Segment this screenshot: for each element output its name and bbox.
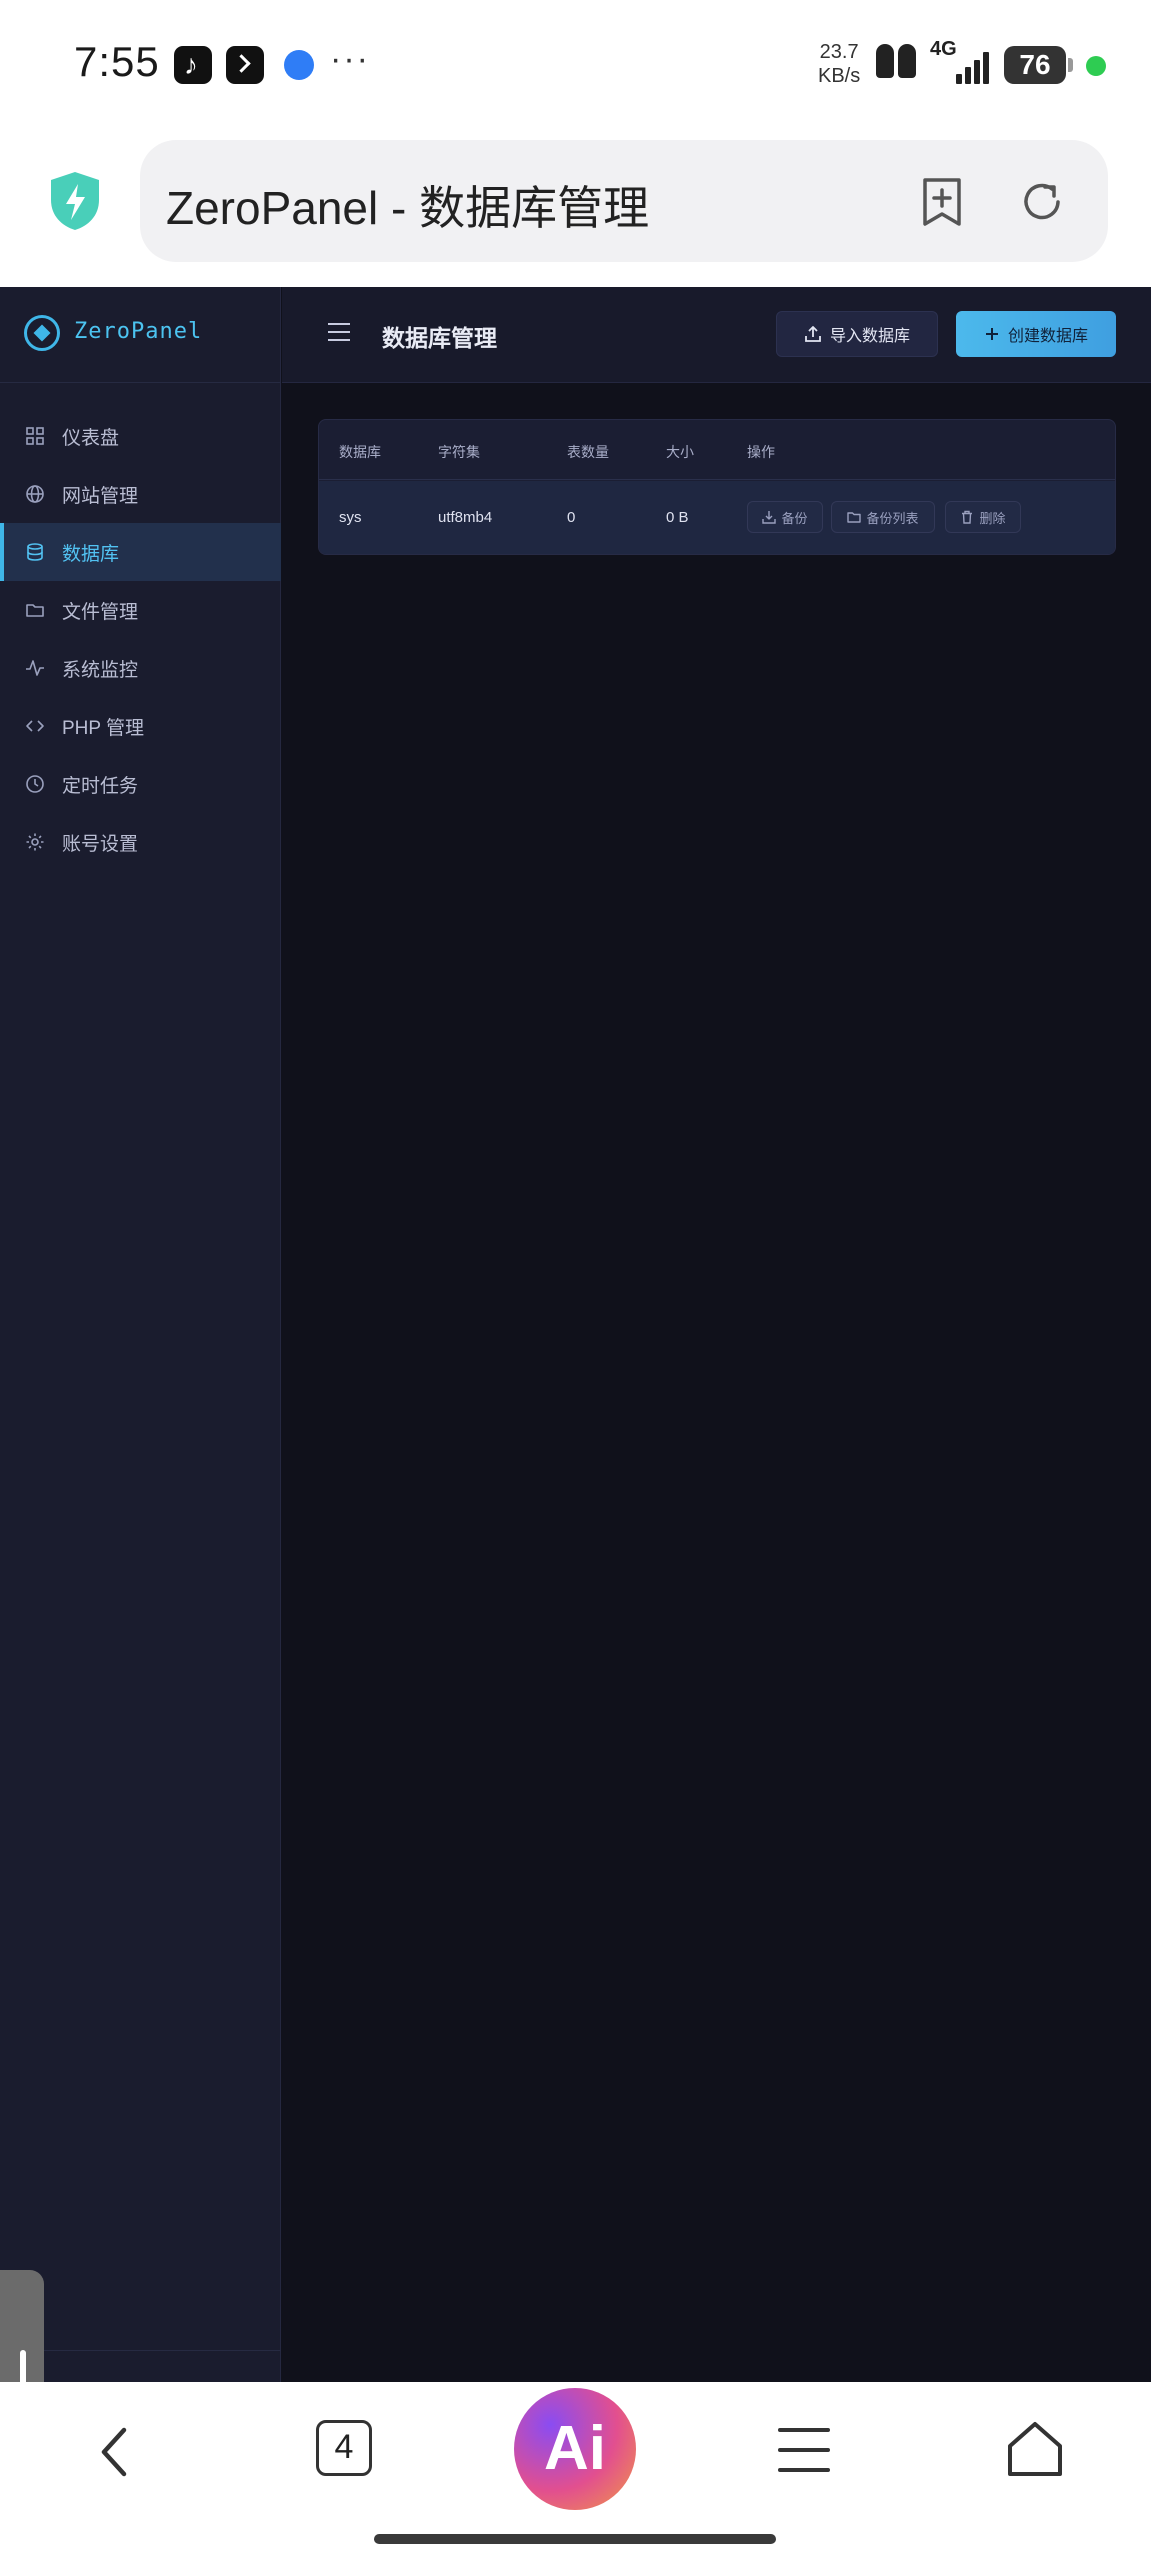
upload-icon <box>804 325 822 343</box>
create-database-button[interactable]: 创建数据库 <box>956 311 1116 357</box>
folder-icon <box>847 512 862 523</box>
more-notifications-icon: ··· <box>330 40 370 78</box>
address-bar[interactable]: ZeroPanel - 数据库管理 <box>140 140 1108 262</box>
brand[interactable]: ZeroPanel <box>0 287 281 383</box>
sidebar-item-label: 文件管理 <box>62 601 139 623</box>
sidebar-nav: 仪表盘 网站管理 数据库 文件管理 系统监控 PHP 管理 定时任务 账号设置 <box>0 407 281 871</box>
column-header-actions: 操作 <box>747 444 775 460</box>
zeropanel-app: ZeroPanel 仪表盘 网站管理 数据库 文件管理 系统监控 PHP 管理 … <box>0 287 1151 2382</box>
backup-button[interactable]: 备份 <box>747 501 823 533</box>
cellular-signal-icon: 4G <box>930 38 996 84</box>
trash-icon <box>962 510 973 524</box>
network-speed: 23.7 KB/s <box>818 40 860 88</box>
sidebar-item-label: PHP 管理 <box>62 717 145 739</box>
column-header-size: 大小 <box>666 444 694 460</box>
sidebar-item-label: 仪表盘 <box>62 427 120 449</box>
sidebar-item-php[interactable]: PHP 管理 <box>0 697 281 755</box>
sidebar-item-label: 数据库 <box>62 543 120 565</box>
sidebar-item-websites[interactable]: 网站管理 <box>0 465 281 523</box>
delete-button[interactable]: 删除 <box>945 501 1021 533</box>
home-icon[interactable] <box>1004 2418 1066 2480</box>
network-speed-value: 23.7 <box>819 41 859 63</box>
sidebar-item-label: 网站管理 <box>62 485 139 507</box>
brand-name: ZeroPanel <box>74 319 203 344</box>
cell-size: 0 B <box>666 509 689 526</box>
battery-icon: 76 <box>1004 46 1073 84</box>
topbar: 数据库管理 导入数据库 创建数据库 <box>282 287 1151 383</box>
gear-icon <box>24 831 46 853</box>
privacy-indicator-dot <box>1086 56 1106 76</box>
back-arrow-icon[interactable] <box>92 2422 136 2482</box>
sidebar-item-label: 系统监控 <box>62 659 139 681</box>
cell-charset: utf8mb4 <box>438 509 493 526</box>
database-icon <box>24 541 46 563</box>
terminal-app-icon <box>226 46 264 84</box>
browser-bottom-nav: 4 Ai <box>0 2382 1151 2560</box>
tabs-button[interactable]: 4 <box>316 2420 372 2476</box>
sidebar-item-monitor[interactable]: 系统监控 <box>0 639 281 697</box>
download-icon <box>762 511 777 524</box>
clock-icon <box>24 773 46 795</box>
column-header-database: 数据库 <box>339 444 381 460</box>
sidebar-item-dashboard[interactable]: 仪表盘 <box>0 407 281 465</box>
import-database-button[interactable]: 导入数据库 <box>776 311 938 357</box>
code-icon <box>24 715 46 737</box>
ai-assistant-button[interactable]: Ai <box>514 2388 636 2510</box>
delete-label: 删除 <box>979 510 1006 526</box>
browser-app-icon <box>280 46 318 84</box>
shield-icon[interactable] <box>48 170 102 232</box>
import-database-label: 导入数据库 <box>829 328 910 345</box>
network-type: 4G <box>930 38 957 60</box>
sidebar-item-label: 账号设置 <box>62 833 139 855</box>
create-database-label: 创建数据库 <box>1007 328 1088 345</box>
table-row: sys utf8mb4 0 0 B 备份 备份列表 删除 <box>319 481 1115 554</box>
status-time: 7:55 <box>74 38 160 85</box>
activity-icon <box>24 657 46 679</box>
main-content: 数据库管理 导入数据库 创建数据库 数据库 字符集 表数量 大小 操作 sys … <box>282 287 1151 2382</box>
logo-icon <box>24 315 60 351</box>
backup-list-label: 备份列表 <box>866 510 919 526</box>
earbuds-icon <box>874 44 924 84</box>
globe-icon <box>24 483 46 505</box>
add-bookmark-icon[interactable] <box>912 172 972 232</box>
menu-icon[interactable] <box>328 323 350 343</box>
sidebar: ZeroPanel 仪表盘 网站管理 数据库 文件管理 系统监控 PHP 管理 … <box>0 287 281 2382</box>
network-speed-unit: KB/s <box>818 65 861 87</box>
sidebar-item-files[interactable]: 文件管理 <box>0 581 281 639</box>
status-bar: 7:55 ··· 23.7 KB/s 4G 76 <box>0 0 1151 130</box>
page-title: 数据库管理 <box>382 325 497 351</box>
reload-icon[interactable] <box>1012 172 1072 232</box>
grid-icon <box>24 425 46 447</box>
column-header-charset: 字符集 <box>438 444 480 460</box>
sidebar-item-cron[interactable]: 定时任务 <box>0 755 281 813</box>
tiktok-app-icon <box>174 46 212 84</box>
home-indicator[interactable] <box>374 2534 776 2544</box>
folder-icon <box>24 599 46 621</box>
backup-label: 备份 <box>781 510 808 526</box>
cell-database-name: sys <box>339 509 362 526</box>
plus-icon <box>984 326 1000 342</box>
menu-icon[interactable] <box>778 2426 830 2474</box>
sidebar-item-label: 定时任务 <box>62 775 139 797</box>
table-header: 数据库 字符集 表数量 大小 操作 <box>319 420 1115 480</box>
address-bar-text[interactable]: ZeroPanel - 数据库管理 <box>166 172 649 238</box>
backup-list-button[interactable]: 备份列表 <box>831 501 935 533</box>
sidebar-item-database[interactable]: 数据库 <box>0 523 281 581</box>
column-header-tables: 表数量 <box>567 444 609 460</box>
browser-address-area: ZeroPanel - 数据库管理 <box>0 130 1151 286</box>
sidebar-item-account[interactable]: 账号设置 <box>0 813 281 871</box>
cell-table-count: 0 <box>567 509 576 526</box>
database-table: 数据库 字符集 表数量 大小 操作 sys utf8mb4 0 0 B 备份 备… <box>318 419 1116 555</box>
